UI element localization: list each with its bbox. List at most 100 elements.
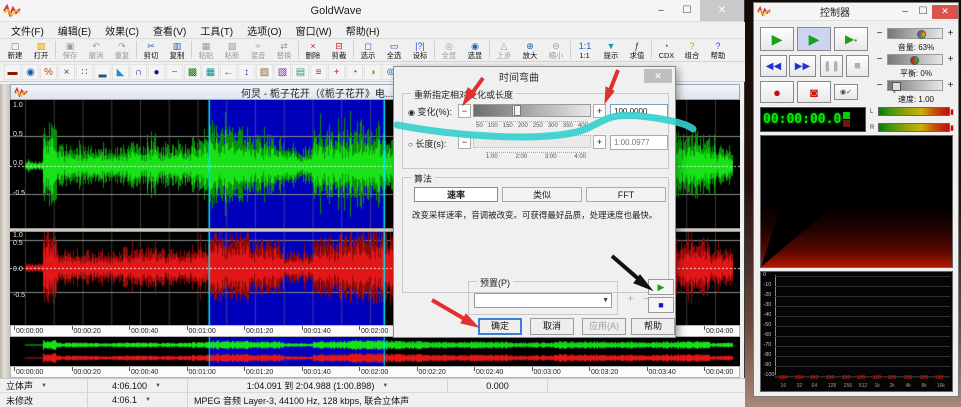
toolbar-button-删除[interactable]: ×删除 [300, 39, 326, 62]
preview-stop-button[interactable]: ■ [648, 297, 674, 313]
menu-item[interactable]: 窗口(W) [289, 23, 339, 38]
change-slider[interactable] [473, 104, 591, 117]
effect-icon[interactable]: + [328, 64, 345, 80]
change-radio[interactable]: ◉ 变化(%): [408, 105, 452, 118]
toolbar-button-粘贴[interactable]: ▦粘贴 [193, 39, 219, 62]
speed-plus-button[interactable]: + [945, 80, 956, 93]
volume-minus-button[interactable]: − [874, 28, 885, 41]
toolbar-button-缩小[interactable]: ⊖缩小 [543, 39, 569, 62]
speed-slider-thumb[interactable]: × [892, 82, 901, 91]
tab-similar[interactable]: 类似 [502, 187, 582, 202]
change-slider-thumb[interactable] [512, 105, 521, 116]
menu-item[interactable]: 效果(C) [98, 23, 146, 38]
controller-options-button[interactable]: ◉✓ [834, 84, 858, 100]
length-cell[interactable]: 4:06.100▼ [88, 379, 188, 392]
help-button[interactable]: 帮助 [631, 318, 675, 335]
effect-icon[interactable]: ▬ [4, 64, 21, 80]
play-selection-button[interactable]: ▶ [797, 27, 831, 51]
preview-play-button[interactable]: ▶ [648, 279, 674, 295]
toolbar-button-全显[interactable]: ◎全显 [436, 39, 462, 62]
toolbar-button-剪裁[interactable]: ⊟剪裁 [326, 39, 352, 62]
channel-mode-cell[interactable]: 立体声▼ [0, 379, 88, 392]
volume-slider-thumb[interactable] [917, 30, 926, 39]
close-icon[interactable]: ✕ [700, 0, 744, 21]
ok-button[interactable]: 确定 [478, 318, 522, 335]
toolbar-button-撤消[interactable]: ↶撤消 [83, 39, 109, 62]
balance-slider-thumb[interactable] [910, 56, 919, 65]
toolbar-button-替换[interactable]: ⇄替换 [271, 39, 297, 62]
toolbar-button-粘新[interactable]: ▧粘新 [219, 39, 245, 62]
length-minus-button[interactable]: − [458, 135, 471, 149]
length-slider[interactable] [473, 135, 591, 148]
speed-slider[interactable]: × [887, 80, 943, 91]
apply-button[interactable]: 应用(A) [582, 318, 626, 335]
length-short-cell[interactable]: 4:06.1▼ [88, 393, 188, 407]
effect-icon[interactable]: ◉ [22, 64, 39, 80]
effect-icon[interactable]: ▦ [202, 64, 219, 80]
balance-plus-button[interactable]: + [945, 54, 956, 67]
fast-forward-button[interactable]: ▶▶ [789, 55, 816, 77]
playback-visual[interactable] [760, 135, 953, 268]
toolbar-button-上步[interactable]: △上步 [491, 39, 517, 62]
effect-icon[interactable]: ▤ [292, 64, 309, 80]
toolbar-button-设标[interactable]: |?|设标 [407, 39, 433, 62]
effect-icon[interactable]: ← [220, 64, 237, 80]
toolbar-button-选示[interactable]: ◻选示 [355, 39, 381, 62]
menu-item[interactable]: 工具(T) [193, 23, 240, 38]
volume-slider[interactable] [887, 28, 943, 39]
toolbar-button-新建[interactable]: ▢新建 [2, 39, 28, 62]
effect-icon[interactable]: ▂ [94, 64, 111, 80]
toolbar-button-复制[interactable]: ▥复制 [164, 39, 190, 62]
dialog-titlebar[interactable]: 时间弯曲 ✕ [394, 67, 675, 85]
spectrum-analyzer[interactable]: 0-10-20-30-40-50-60-70-80-90-10010016100… [760, 271, 953, 392]
tab-rate[interactable]: 速率 [414, 187, 498, 202]
toolbar-button-组合[interactable]: ?组合 [679, 39, 705, 62]
effect-icon[interactable]: × [58, 64, 75, 80]
menu-item[interactable]: 查看(V) [146, 23, 193, 38]
close-icon[interactable]: ✕ [932, 5, 958, 19]
maximize-icon[interactable]: ☐ [914, 5, 932, 19]
effect-icon[interactable]: ↕ [238, 64, 255, 80]
toolbar-button-放大[interactable]: ⊕放大 [517, 39, 543, 62]
toolbar-button-重复[interactable]: ↷重复 [109, 39, 135, 62]
effect-icon[interactable]: ● [148, 64, 165, 80]
main-titlebar[interactable]: GoldWave – ☐ ✕ [0, 0, 744, 22]
toolbar-button-求值[interactable]: ƒ求值 [624, 39, 650, 62]
pause-button[interactable]: ❚❚ [820, 55, 843, 77]
menu-item[interactable]: 编辑(E) [51, 23, 98, 38]
effect-icon[interactable]: ≡ [310, 64, 327, 80]
toolbar-button-选显[interactable]: ◉选显 [462, 39, 488, 62]
balance-minus-button[interactable]: − [874, 54, 885, 67]
toolbar-button-1:1[interactable]: 1:11:1 [572, 39, 598, 62]
record-selection-button[interactable]: ◙ [797, 81, 831, 103]
speed-minus-button[interactable]: − [874, 80, 885, 93]
effect-icon[interactable]: ~ [166, 64, 183, 80]
stop-button[interactable]: ■ [846, 55, 869, 77]
preset-add-button[interactable]: + [624, 293, 637, 306]
toolbar-button-提示[interactable]: ▼提示 [598, 39, 624, 62]
toolbar-button-剪切[interactable]: ✂剪切 [138, 39, 164, 62]
volume-plus-button[interactable]: + [945, 28, 956, 41]
length-plus-button[interactable]: + [593, 135, 606, 149]
cancel-button[interactable]: 取消 [530, 318, 574, 335]
effect-icon[interactable]: ◑ [364, 64, 381, 80]
play-from-button[interactable]: ▶• [834, 27, 868, 51]
minimize-icon[interactable]: – [896, 5, 914, 19]
record-button[interactable]: ● [760, 81, 794, 103]
effect-icon[interactable]: ▨ [256, 64, 273, 80]
rewind-button[interactable]: ◀◀ [760, 55, 787, 77]
preset-combobox[interactable]: ▼ [474, 293, 612, 308]
length-radio[interactable]: ○ 长度(s): [408, 137, 446, 150]
close-icon[interactable]: ✕ [644, 69, 672, 83]
toolbar-button-帮助[interactable]: ?帮助 [705, 39, 731, 62]
toolbar-button-打开[interactable]: ▨打开 [28, 39, 54, 62]
effect-icon[interactable]: ∩ [130, 64, 147, 80]
effect-icon[interactable]: % [40, 64, 57, 80]
toolbar-button-保存[interactable]: ▣保存 [57, 39, 83, 62]
effect-icon[interactable]: ◣ [112, 64, 129, 80]
effect-icon[interactable]: ▩ [184, 64, 201, 80]
effect-icon[interactable]: ∷ [76, 64, 93, 80]
menu-item[interactable]: 选项(O) [240, 23, 288, 38]
maximize-icon[interactable]: ☐ [674, 0, 700, 21]
overview-time-ruler[interactable]: 00:00:0000:00:2000:00:4000:01:0000:01:20… [10, 366, 740, 378]
